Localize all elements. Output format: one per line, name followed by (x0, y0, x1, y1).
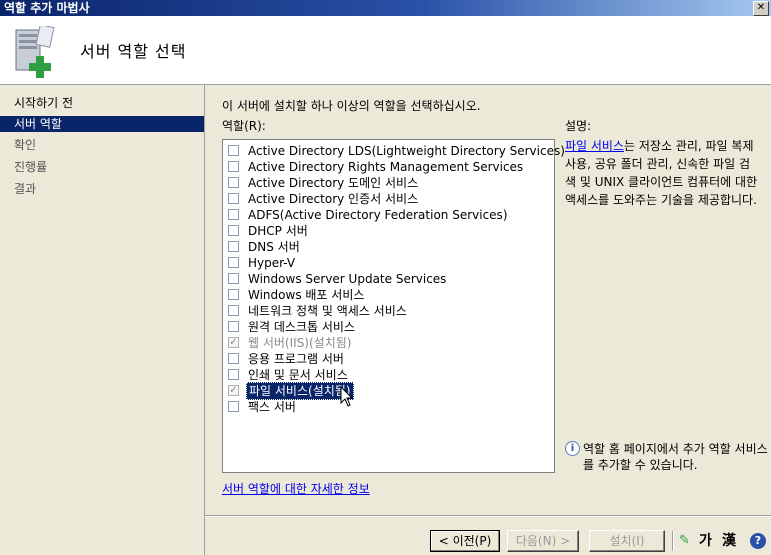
roles-list[interactable]: Active Directory LDS(Lightweight Directo… (222, 139, 565, 473)
roles-label: 역할(R): (222, 119, 266, 133)
nav-step-before-you-begin[interactable]: 시작하기 전 (0, 95, 204, 111)
close-icon[interactable]: ✕ (753, 1, 769, 16)
file-services-link[interactable]: 파일 서비스 (565, 139, 624, 153)
more-info-link[interactable]: 서버 역할에 대한 자세한 정보 (222, 480, 370, 497)
title-bar: 역할 추가 마법사 ✕ (0, 0, 771, 16)
checkbox[interactable] (228, 209, 239, 220)
instruction-text: 이 서버에 설치할 하나 이상의 역할을 선택하십시오. (222, 99, 481, 113)
checkbox[interactable] (228, 321, 239, 332)
info-icon: i (565, 441, 580, 456)
info-note-text: 역할 홈 페이지에서 추가 역할 서비스를 추가할 수 있습니다. (583, 442, 768, 472)
checkbox[interactable] (228, 369, 239, 380)
mouse-pointer-icon (340, 386, 354, 407)
next-button: 다음(N) > (507, 530, 579, 552)
install-button: 설치(I) (589, 530, 665, 552)
nav-step-results: 결과 (14, 182, 37, 196)
wizard-steps-nav: 시작하기 전 서버 역할 확인 진행률 결과 (0, 85, 205, 555)
checkbox[interactable] (228, 257, 239, 268)
description-label: 설명: (565, 119, 592, 133)
nav-step-confirm: 확인 (14, 138, 37, 152)
checkbox[interactable] (228, 225, 239, 236)
nav-step-progress: 진행률 (14, 160, 48, 174)
back-button[interactable]: < 이전(P) (430, 530, 500, 552)
checkbox[interactable] (228, 401, 239, 412)
checkbox[interactable] (228, 145, 239, 156)
checkbox[interactable] (228, 273, 239, 284)
ime-hanja-toggle[interactable]: 漢 (722, 530, 736, 552)
checkbox[interactable] (228, 241, 239, 252)
description-text: 파일 서비스는 저장소 관리, 파일 복제 사용, 공유 폴더 관리, 신속한 … (565, 139, 758, 207)
window-title: 역할 추가 마법사 (4, 1, 90, 15)
checkbox-checked-disabled: ✓ (228, 385, 239, 396)
page-title: 서버 역할 선택 (80, 42, 187, 61)
help-icon[interactable]: ? (750, 533, 766, 549)
checkbox[interactable] (228, 177, 239, 188)
main-panel: 이 서버에 설치할 하나 이상의 역할을 선택하십시오. 역할(R): Acti… (205, 85, 771, 515)
checkbox-checked-disabled: ✓ (228, 337, 239, 348)
footer-separator (672, 531, 674, 551)
checkbox[interactable] (228, 305, 239, 316)
ime-hangul-toggle[interactable]: 가 (699, 530, 712, 552)
wizard-footer: < 이전(P) 다음(N) > 설치(I) ✎ 가 漢 ? (205, 517, 771, 555)
wizard-header: 서버 역할 선택 (0, 16, 771, 85)
checkbox[interactable] (228, 193, 239, 204)
ime-icon[interactable]: ✎ (679, 530, 690, 552)
checkbox[interactable] (228, 353, 239, 364)
server-add-icon (15, 26, 55, 78)
nav-step-server-roles[interactable]: 서버 역할 (0, 116, 204, 132)
checkbox[interactable] (228, 161, 239, 172)
checkbox[interactable] (228, 289, 239, 300)
